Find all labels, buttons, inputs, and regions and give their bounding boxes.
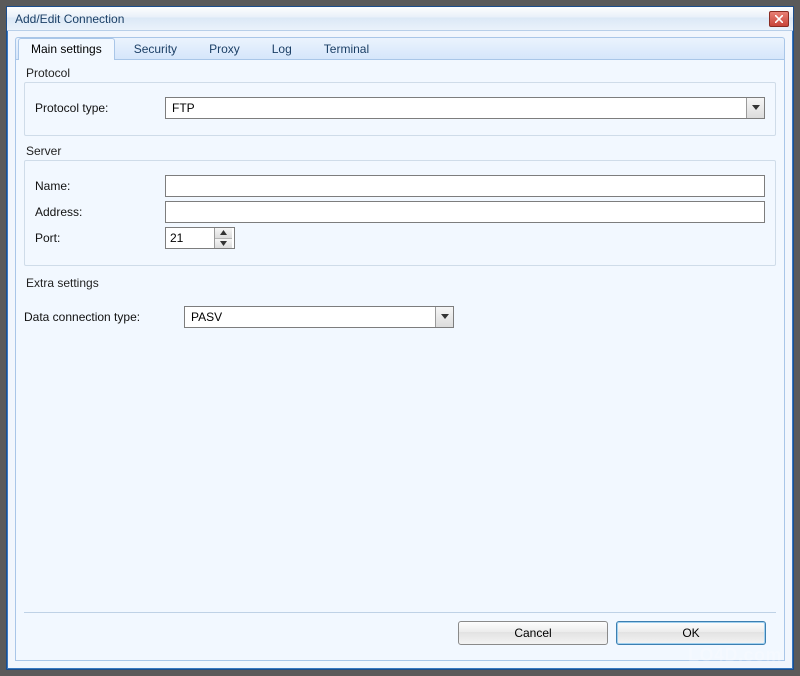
- protocol-type-value: FTP: [166, 98, 746, 118]
- chevron-down-icon: [752, 105, 760, 111]
- port-input[interactable]: [166, 228, 214, 248]
- data-connection-type-dropdown-button[interactable]: [435, 307, 453, 327]
- row-name: Name:: [35, 175, 765, 197]
- label-data-connection-type: Data connection type:: [24, 310, 184, 324]
- protocol-type-combobox[interactable]: FTP: [165, 97, 765, 119]
- window-title: Add/Edit Connection: [15, 12, 769, 26]
- label-protocol-type: Protocol type:: [35, 101, 165, 115]
- label-address: Address:: [35, 205, 165, 219]
- protocol-type-dropdown-button[interactable]: [746, 98, 764, 118]
- tabpage-main-settings: Protocol Protocol type: FTP Ser: [15, 59, 785, 661]
- close-icon: [775, 15, 783, 23]
- group-protocol-box: Protocol type: FTP: [24, 82, 776, 136]
- chevron-down-icon: [220, 241, 227, 246]
- tab-log[interactable]: Log: [259, 38, 305, 60]
- tab-main-settings[interactable]: Main settings: [18, 38, 115, 60]
- data-connection-type-combobox[interactable]: PASV: [184, 306, 454, 328]
- port-spin-down[interactable]: [215, 239, 232, 249]
- label-port: Port:: [35, 231, 165, 245]
- row-protocol-type: Protocol type: FTP: [35, 97, 765, 119]
- address-input[interactable]: [165, 201, 765, 223]
- row-port: Port:: [35, 227, 765, 249]
- button-bar: Cancel OK: [24, 612, 776, 652]
- group-server-title: Server: [24, 144, 776, 160]
- tab-proxy[interactable]: Proxy: [196, 38, 253, 60]
- ok-button[interactable]: OK: [616, 621, 766, 645]
- name-input[interactable]: [165, 175, 765, 197]
- tab-row: Main settings Security Proxy Log Termina…: [15, 37, 785, 59]
- tab-terminal[interactable]: Terminal: [311, 38, 382, 60]
- chevron-up-icon: [220, 230, 227, 235]
- titlebar[interactable]: Add/Edit Connection: [7, 7, 793, 31]
- chevron-down-icon: [441, 314, 449, 320]
- group-server-box: Name: Address: Port:: [24, 160, 776, 266]
- cancel-button[interactable]: Cancel: [458, 621, 608, 645]
- spacer: [24, 340, 776, 604]
- label-name: Name:: [35, 179, 165, 193]
- port-spin-up[interactable]: [215, 228, 232, 239]
- client-area: Main settings Security Proxy Log Termina…: [7, 31, 793, 669]
- data-connection-type-value: PASV: [185, 307, 435, 327]
- dialog-window: Add/Edit Connection Main settings Securi…: [6, 6, 794, 670]
- row-data-connection-type: Data connection type: PASV: [24, 306, 776, 328]
- group-protocol: Protocol Protocol type: FTP: [24, 66, 776, 136]
- port-spinner[interactable]: [165, 227, 235, 249]
- group-server: Server Name: Address: Port:: [24, 144, 776, 266]
- port-spin-buttons: [214, 228, 232, 248]
- group-extra-title: Extra settings: [24, 274, 776, 290]
- row-address: Address:: [35, 201, 765, 223]
- close-button[interactable]: [769, 11, 789, 27]
- tab-security[interactable]: Security: [121, 38, 190, 60]
- group-protocol-title: Protocol: [24, 66, 776, 82]
